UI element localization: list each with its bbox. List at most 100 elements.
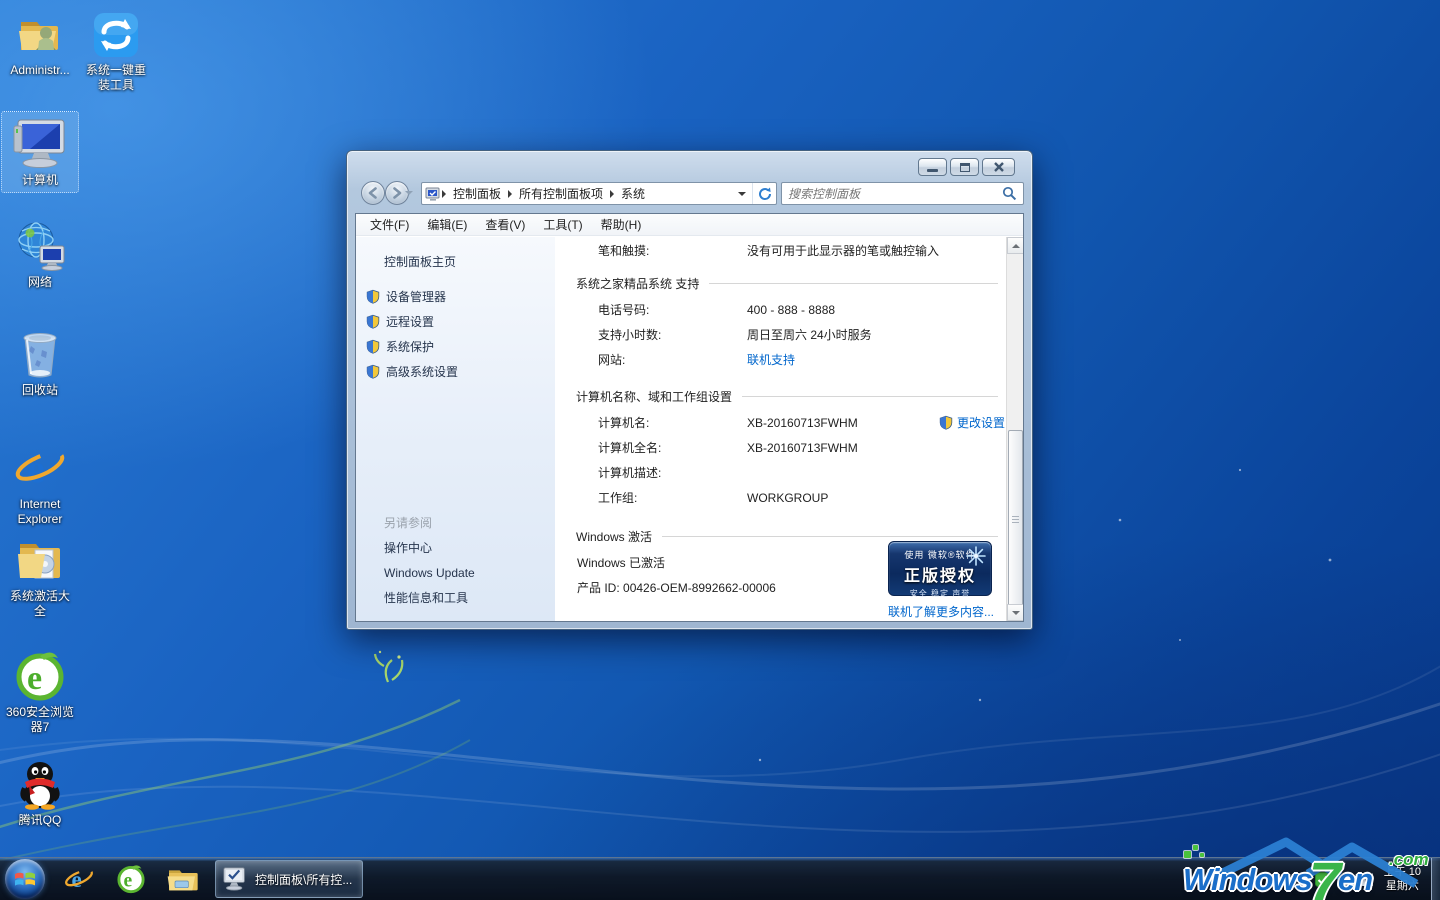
desktop-icon-recycle-bin[interactable]: 回收站 (2, 326, 78, 398)
icon-label: 360安全浏览器7 (2, 705, 78, 735)
recent-pages-dropdown[interactable] (405, 191, 413, 195)
full-name-value: XB-20160713FWHM (747, 441, 858, 455)
learn-more-link[interactable]: 联机了解更多内容... (888, 603, 994, 620)
minimize-icon (927, 169, 938, 172)
activation-status: Windows 已激活 (577, 554, 665, 571)
see-also-links: 操作中心 Windows Update 性能信息和工具 (384, 535, 475, 610)
online-support-link[interactable]: 联机支持 (747, 351, 795, 368)
minimize-button[interactable] (918, 158, 947, 176)
workgroup-label: 工作组: (598, 489, 747, 506)
pen-touch-label: 笔和触摸: (598, 242, 747, 259)
refresh-button[interactable] (752, 183, 776, 204)
genuine-microsoft-badge[interactable]: 使用 微软®软件 正版授权 安全 稳定 声誉 (888, 541, 992, 596)
phone-label: 电话号码: (598, 301, 747, 318)
svg-text:e: e (27, 660, 42, 697)
scrollbar-thumb[interactable] (1008, 430, 1023, 610)
window-client-area: 文件(F) 编辑(E) 查看(V) 工具(T) 帮助(H) 控制面板主页 设备管… (355, 213, 1024, 622)
menu-tools[interactable]: 工具(T) (534, 216, 591, 233)
section-rule (742, 396, 998, 397)
tray-speaker-icon[interactable] (1337, 873, 1351, 886)
sidebar-item-device-manager[interactable]: 设备管理器 (366, 284, 458, 309)
breadcrumb-chevron[interactable] (610, 190, 614, 198)
taskbar-explorer-button[interactable] (157, 859, 209, 899)
sidebar-task-label: 高级系统设置 (386, 363, 458, 380)
speaker-icon (1337, 873, 1351, 886)
menu-bar: 文件(F) 编辑(E) 查看(V) 工具(T) 帮助(H) (356, 214, 1023, 236)
hours-value: 周日至周六 24小时服务 (747, 326, 872, 343)
forward-arrow-icon (391, 187, 403, 199)
user-folder-icon (15, 10, 65, 60)
watermark-pixel (1193, 845, 1198, 850)
sidebar-item-windows-update[interactable]: Windows Update (384, 560, 475, 585)
close-button[interactable] (982, 158, 1015, 176)
full-name-label: 计算机全名: (598, 439, 747, 456)
icon-label: 系统一键重装工具 (78, 63, 154, 93)
vertical-scrollbar[interactable] (1006, 237, 1023, 621)
breadcrumb-chevron[interactable] (442, 190, 446, 198)
scroll-up-button[interactable] (1007, 237, 1024, 254)
green-check-icon (1315, 872, 1330, 887)
address-bar[interactable]: 控制面板 所有控制面板项 系统 (421, 182, 777, 205)
svg-text:e: e (72, 866, 82, 892)
breadcrumb-all-items[interactable]: 所有控制面板项 (513, 185, 609, 202)
breadcrumb-chevron[interactable] (508, 190, 512, 198)
desktop-icon-qq[interactable]: 腾讯QQ (2, 756, 78, 828)
section-rule (662, 536, 998, 537)
network-bars-icon (1358, 873, 1373, 886)
breadcrumb-system[interactable]: 系统 (615, 185, 651, 202)
website-label: 网站: (598, 351, 747, 368)
system-window-task-icon (222, 867, 248, 891)
clock-date: 星期六 (1384, 879, 1421, 893)
uac-shield-icon (366, 339, 380, 354)
show-desktop-button[interactable] (1431, 858, 1440, 900)
taskbar-clock[interactable]: 上午 10 星期六 (1384, 865, 1421, 893)
scroll-down-icon (1012, 611, 1020, 615)
caption-buttons (918, 158, 1015, 176)
workgroup-row: 工作组: WORKGROUP (598, 485, 1006, 510)
search-icon[interactable] (1002, 186, 1017, 201)
search-input[interactable] (788, 187, 1002, 201)
breadcrumb-control-panel[interactable]: 控制面板 (447, 185, 507, 202)
sidebar-item-action-center[interactable]: 操作中心 (384, 535, 475, 560)
desktop-icon-360-browser[interactable]: e 360安全浏览器7 (2, 648, 78, 735)
sidebar-item-advanced-settings[interactable]: 高级系统设置 (366, 359, 458, 384)
hidden-icons-arrow[interactable] (1298, 875, 1308, 883)
computer-name-label: 计算机名: (598, 414, 747, 431)
phone-row: 电话号码: 400 - 888 - 8888 (598, 297, 1006, 322)
see-also-heading: 另请参阅 (384, 514, 432, 531)
windows-logo-icon (14, 869, 36, 889)
window-body: 控制面板主页 设备管理器 远程设置 系统保护 (356, 237, 1023, 621)
change-settings-link[interactable]: 更改设置 (939, 414, 1005, 431)
desktop-icon-reinstall-tool[interactable]: 系统一键重装工具 (78, 6, 154, 93)
product-id-label: 产品 ID: (577, 579, 620, 596)
taskbar-ie-button[interactable]: e (53, 859, 105, 899)
icon-label: Administr... (2, 63, 78, 78)
menu-edit[interactable]: 编辑(E) (418, 216, 476, 233)
desktop-icon-computer[interactable]: 计算机 (2, 112, 78, 192)
search-box[interactable] (781, 182, 1024, 205)
product-id-value: 00426-OEM-8992662-00006 (623, 581, 776, 595)
start-button[interactable] (5, 859, 45, 899)
desktop-icon-activation-collection[interactable]: 系统激活大全 (2, 532, 78, 619)
desktop-icon-administrator[interactable]: Administr... (2, 6, 78, 78)
desktop-icon-internet-explorer[interactable]: e InternetExplorer (2, 440, 78, 527)
hours-label: 支持小时数: (598, 326, 747, 343)
sidebar-item-control-panel-home[interactable]: 控制面板主页 (384, 253, 456, 270)
maximize-button[interactable] (950, 158, 979, 176)
sidebar-item-remote-settings[interactable]: 远程设置 (366, 309, 458, 334)
taskbar-active-window-control-panel[interactable]: 控制面板\所有控... (215, 860, 363, 898)
icon-label: 腾讯QQ (2, 813, 78, 828)
menu-help[interactable]: 帮助(H) (592, 216, 651, 233)
sidebar-item-performance-tools[interactable]: 性能信息和工具 (384, 585, 475, 610)
sidebar-item-system-protection[interactable]: 系统保护 (366, 334, 458, 359)
icon-label: InternetExplorer (2, 497, 78, 527)
tray-network-icon[interactable] (1358, 873, 1373, 886)
scroll-down-button[interactable] (1007, 604, 1024, 621)
menu-file[interactable]: 文件(F) (361, 216, 418, 233)
address-dropdown-arrow[interactable] (738, 192, 746, 196)
menu-view[interactable]: 查看(V) (476, 216, 534, 233)
back-button[interactable] (361, 181, 385, 205)
taskbar-360-button[interactable]: e (105, 859, 157, 899)
tray-safety-icon[interactable] (1315, 872, 1330, 887)
desktop-icon-network[interactable]: 网络 (2, 218, 78, 290)
